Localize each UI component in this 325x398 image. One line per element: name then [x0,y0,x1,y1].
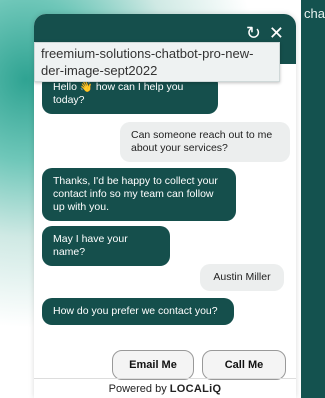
footer-prefix: Powered by [108,383,167,395]
message-bot: How do you prefer we contact you? [42,298,234,325]
brand-logo: LOCALiQ [169,383,222,395]
message-bot: May I have your name? [42,226,170,266]
footer: Powered by LOCALiQ [34,378,296,398]
background-panel [301,0,325,398]
chat-widget: ↻ ✕ freemium-solutions-chatbot-pro-new-d… [34,14,296,398]
call-me-button[interactable]: Call Me [202,350,286,380]
message-user: Austin Miller [200,264,284,291]
message-user: Can someone reach out to me about your s… [120,122,290,162]
email-me-button[interactable]: Email Me [112,350,194,380]
url-tooltip: freemium-solutions-chatbot-pro-new-der-i… [34,42,280,82]
background-text: cha [304,6,325,21]
message-bot: Thanks, I'd be happy to collect your con… [42,168,236,221]
header-icons: ↻ ✕ [246,24,284,42]
close-icon[interactable]: ✕ [269,24,284,42]
refresh-icon[interactable]: ↻ [246,24,261,42]
